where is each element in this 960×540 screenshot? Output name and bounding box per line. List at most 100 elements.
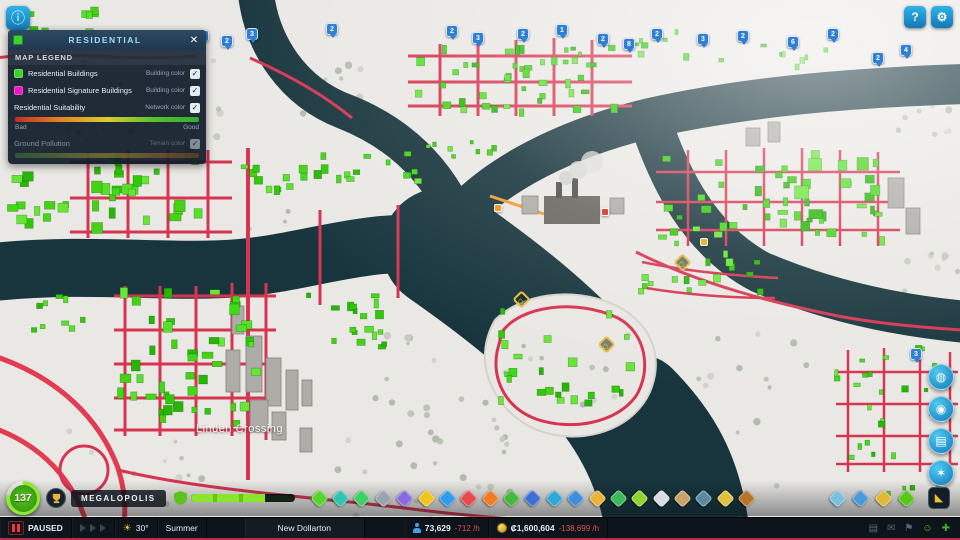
toolbar-transportation-icon[interactable] — [566, 488, 585, 508]
population-icon — [412, 523, 421, 533]
legend-row-residential: Residential Buildings Building color ✓ — [8, 65, 206, 82]
health-icon[interactable]: ✚ — [942, 523, 950, 534]
toolbar-roads-icon[interactable] — [374, 488, 393, 508]
xp-progress-fill — [190, 494, 266, 502]
weather-section: ☀ 30° — [115, 518, 158, 538]
side-button-column: ◍ ◉ ▤ ✶ — [928, 364, 954, 486]
toolbar-information-icon[interactable] — [652, 488, 671, 508]
toolbar-photo-mode-icon[interactable] — [828, 488, 847, 508]
level-badge[interactable]: 137 — [6, 481, 40, 515]
bulldozer-button[interactable]: ◣ — [928, 487, 950, 509]
toolbar-garbage-icon[interactable] — [502, 488, 521, 508]
status-icons: ▤ ✉ ⚑ ☺ ✚ — [859, 518, 960, 538]
xp-progress-bar[interactable] — [190, 494, 295, 502]
milestone-label[interactable]: MEGALOPOLIS — [71, 489, 166, 507]
season-section: Summer — [158, 518, 207, 538]
season-value: Summer — [165, 523, 198, 533]
notes-button[interactable]: ▤ — [928, 428, 954, 454]
toolbar-tourism-icon[interactable] — [737, 488, 756, 508]
photo-mode-button[interactable]: ◉ — [928, 396, 954, 422]
help-button[interactable]: ? — [904, 6, 926, 28]
toolbar-terraforming-icon[interactable] — [673, 488, 692, 508]
pause-button[interactable] — [8, 521, 24, 535]
money-rate: -138,699 /h — [558, 523, 600, 533]
toolbar-special-icon[interactable] — [395, 488, 414, 508]
suitability-checkbox[interactable]: ✓ — [190, 102, 200, 113]
toolbar-fire-rescue-icon[interactable] — [481, 488, 500, 508]
money-icon — [496, 523, 507, 533]
main-toolbar: 137 MEGALOPOLIS ◣ — [0, 480, 960, 516]
population-value: 73,629 — [424, 523, 451, 533]
toolbar-statistics-icon[interactable] — [851, 488, 870, 508]
journal-icon[interactable]: ▤ — [869, 523, 878, 534]
toolbar-progression-icon[interactable] — [897, 488, 916, 508]
money-value: ₡1,600,604 — [510, 523, 555, 533]
time-controls: PAUSED — [0, 518, 72, 538]
toolbar-signature-buildings-icon[interactable] — [352, 488, 372, 508]
legend-label: Residential Signature Buildings — [28, 86, 132, 95]
level-number: 137 — [9, 484, 37, 512]
happiness-icon[interactable]: ☺ — [922, 523, 932, 534]
signature-swatch — [14, 86, 23, 95]
legend-label: Residential Suitability — [14, 103, 86, 112]
city-name[interactable]: New Dollarton — [245, 518, 365, 538]
pollution-checkbox[interactable]: ✓ — [190, 138, 200, 149]
residential-checkbox[interactable]: ✓ — [190, 68, 200, 79]
pause-label: PAUSED — [28, 523, 63, 533]
legend-mode: Building color — [145, 87, 185, 94]
toolbar-police-icon[interactable] — [523, 488, 543, 508]
population-rate: -712 /h — [454, 523, 480, 533]
toolbar-districts-icon[interactable] — [331, 488, 350, 508]
legend-subtitle: MAP LEGEND — [8, 50, 206, 65]
legend-mode: Network color — [145, 104, 185, 111]
scale-bad-label: Bad — [15, 124, 27, 131]
toolbar-parks-icon[interactable] — [609, 488, 628, 508]
toolbar-right-icons — [826, 488, 918, 508]
scale-good-label: Good — [183, 124, 199, 131]
legend-mode: Building color — [145, 70, 185, 77]
residential-zone-icon — [13, 35, 23, 45]
population-section[interactable]: 73,629 -712 /h — [405, 518, 489, 538]
toolbar-environment-icon[interactable] — [694, 488, 714, 508]
legend-label: Residential Buildings — [28, 69, 98, 78]
xp-shield-icon — [173, 491, 187, 505]
temperature-value: 30° — [135, 523, 149, 533]
toolbar-icons — [309, 488, 758, 508]
speed-3-button[interactable] — [99, 524, 106, 532]
toolbar-education-icon[interactable] — [545, 488, 564, 508]
residential-swatch — [14, 69, 23, 78]
toolbar-zones-icon[interactable] — [310, 488, 329, 508]
toolbar-healthcare-icon[interactable] — [459, 488, 479, 508]
panel-title: RESIDENTIAL — [68, 35, 142, 45]
speed-2-button[interactable] — [89, 524, 96, 532]
legend-row-suitability: Residential Suitability Network color ✓ — [8, 99, 206, 116]
close-icon[interactable]: ✕ — [187, 35, 201, 46]
toolbar-recreation-icon[interactable] — [630, 488, 650, 508]
mail-icon[interactable]: ✉ — [887, 523, 895, 534]
settings-gear-button[interactable]: ⚙ — [931, 6, 953, 28]
sun-icon: ☀ — [122, 522, 132, 534]
money-section[interactable]: ₡1,600,604 -138,699 /h — [489, 518, 609, 538]
legend-label: Ground Pollution — [14, 139, 70, 148]
suitability-scale: Bad Good — [8, 124, 206, 135]
speed-1-button[interactable] — [79, 524, 86, 532]
legend-row-signature: Residential Signature Buildings Building… — [8, 82, 206, 99]
speed-controls — [72, 518, 115, 538]
city-name-label: New Dollarton — [277, 523, 331, 533]
milestone-flag-icon[interactable]: ⚑ — [904, 523, 913, 534]
toolbar-economy-icon[interactable] — [716, 488, 735, 508]
residential-infoview-panel: RESIDENTIAL ✕ MAP LEGEND Residential Bui… — [8, 30, 206, 164]
suitability-gradient — [15, 117, 199, 122]
toolbar-communications-icon[interactable] — [587, 488, 607, 508]
game-screen: Linden Crossing 223223212823262243⌂⌂⌂ ⓘ … — [0, 0, 960, 540]
toolbar-electricity-icon[interactable] — [416, 488, 436, 508]
signature-checkbox[interactable]: ✓ — [190, 85, 200, 96]
legend-mode: Terrain color — [149, 140, 185, 147]
toolbar-economy-panel-icon[interactable] — [874, 488, 893, 508]
trophy-icon[interactable] — [46, 488, 66, 508]
toolbar-water-sewage-icon[interactable] — [438, 488, 457, 508]
map-options-button[interactable]: ◍ — [928, 364, 954, 390]
legend-row-pollution: Ground Pollution Terrain color ✓ — [8, 135, 206, 152]
infoviews-button[interactable]: ⓘ — [6, 6, 30, 30]
status-bar: PAUSED ☀ 30° Summer New Dollarton 73,629… — [0, 517, 960, 538]
